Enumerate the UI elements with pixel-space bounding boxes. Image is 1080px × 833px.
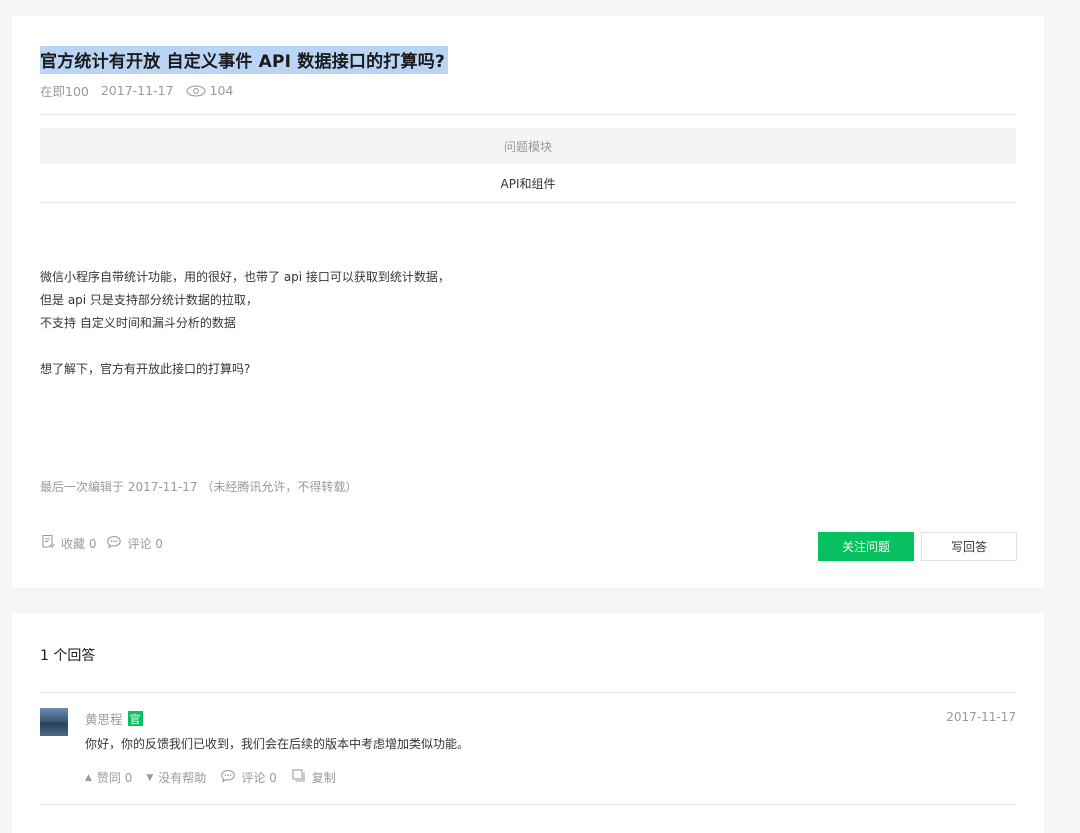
post-date: 2017-11-17: [100, 83, 174, 98]
question-title: 官方统计有开放 自定义事件 API 数据接口的打算吗?: [40, 46, 448, 74]
body-line: 但是 api 只是支持部分统计数据的拉取，: [40, 293, 258, 307]
answer-text: 你好，你的反馈我们已收到，我们会在后续的版本中考虑增加类似功能。: [85, 737, 470, 751]
copy-icon: [291, 768, 312, 787]
divider: [40, 114, 1016, 115]
question-card: 官方统计有开放 自定义事件 API 数据接口的打算吗? 在即100 2017-1…: [12, 16, 1044, 588]
comment-label: 评论 0: [127, 537, 163, 551]
body-line: 想了解下，官方有开放此接口的打算吗?: [40, 362, 251, 376]
triangle-up-icon: ▲: [85, 772, 92, 783]
comment-icon: [220, 768, 241, 787]
module-header: 问题模块: [40, 128, 1016, 164]
body-line: [40, 335, 450, 358]
question-body: 微信小程序自带统计功能，用的很好，也带了 api 接口可以获取到统计数据， 但是…: [40, 266, 450, 381]
question-actions: 收藏 0 评论 0: [40, 534, 173, 553]
eye-icon: [185, 84, 206, 97]
question-meta: 在即100 2017-11-17 104: [40, 81, 245, 100]
answer-comment-button[interactable]: 评论 0: [220, 768, 277, 787]
comment-icon: [106, 534, 127, 553]
copy-label: 复制: [311, 771, 336, 785]
favorite-button[interactable]: 收藏 0: [40, 534, 96, 553]
body-line: 微信小程序自带统计功能，用的很好，也带了 api 接口可以获取到统计数据，: [40, 270, 450, 284]
view-count: 104: [209, 83, 234, 98]
answer-actions: ▲ 赞同 0 ▼ 没有帮助 评论 0 复制: [85, 768, 350, 787]
module-value[interactable]: API和组件: [40, 164, 1016, 202]
divider: [40, 804, 1016, 805]
answers-card: 1 个回答 黄思程 官 2017-11-17 你好，你的反馈我们已收到，我们会在…: [12, 613, 1044, 833]
avatar[interactable]: [40, 708, 68, 736]
unhelpful-label: 没有帮助: [158, 771, 207, 785]
favorite-label: 收藏 0: [61, 537, 97, 551]
follow-question-button[interactable]: 关注问题: [818, 532, 914, 561]
divider: [40, 692, 1016, 693]
unhelpful-button[interactable]: ▼ 没有帮助: [146, 769, 206, 786]
write-answer-button[interactable]: 写回答: [921, 532, 1017, 561]
comment-button[interactable]: 评论 0: [106, 534, 163, 553]
answer-author: 黄思程 官: [85, 709, 143, 728]
author-name[interactable]: 在即100: [40, 81, 89, 100]
like-label: 赞同 0: [96, 771, 133, 785]
triangle-down-icon: ▼: [146, 772, 154, 783]
official-badge: 官: [127, 711, 143, 726]
answer-date: 2017-11-17: [946, 710, 1016, 724]
divider: [40, 202, 1016, 203]
like-button[interactable]: ▲ 赞同 0: [85, 769, 132, 786]
bookmark-icon: [40, 534, 61, 553]
body-line: 不支持 自定义时间和漏斗分析的数据: [40, 316, 236, 330]
answer-count: 1 个回答: [40, 648, 96, 664]
answer-author-name[interactable]: 黄思程: [85, 709, 123, 728]
edited-note: 最后一次编辑于 2017-11-17 （未经腾讯允许，不得转载）: [40, 480, 358, 494]
answer-comment-label: 评论 0: [241, 771, 277, 785]
copy-button[interactable]: 复制: [291, 768, 336, 787]
